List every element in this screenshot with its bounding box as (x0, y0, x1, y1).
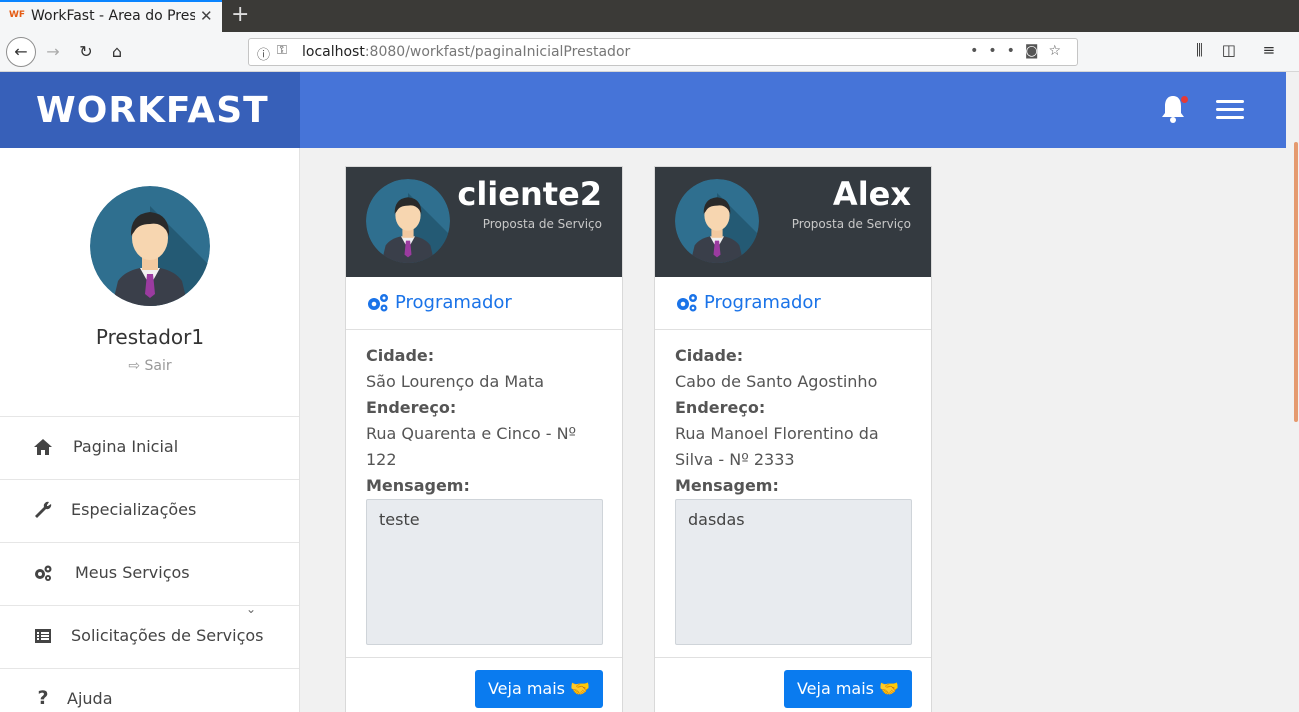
client-name: cliente2 (457, 175, 602, 213)
client-avatar (675, 179, 759, 263)
cidade-label: Cidade: (366, 346, 435, 365)
card-footer: Veja mais 🤝 (655, 657, 931, 712)
library-icon[interactable]: ⫼ (1196, 41, 1203, 59)
user-avatar-icon (675, 179, 759, 263)
list-icon (35, 629, 51, 643)
bookmark-star-icon[interactable]: ☆ (1048, 43, 1071, 59)
client-name: Alex (832, 175, 911, 213)
brand-title[interactable]: WORKFAST (36, 90, 269, 131)
url-text[interactable]: localhost:8080/workfast/paginaInicialPre… (302, 44, 630, 60)
url-path: :8080/workfast/paginaInicialPrestador (364, 44, 631, 60)
mensagem-label: Mensagem: (675, 476, 779, 495)
gears-icon (677, 294, 697, 312)
browser-tab-bar: WF WorkFast - Area do Prest ✕ + (0, 0, 1299, 32)
sidebar-item-meus-servicos[interactable]: Meus Serviços (0, 542, 299, 605)
endereco-value: Rua Manoel Florentino da Silva - Nº 2333 (675, 424, 879, 469)
question-icon: ? (37, 687, 49, 709)
gears-icon (35, 565, 52, 581)
logout-link[interactable]: ⇨ Sair (0, 358, 300, 374)
endereco-label: Endereço: (675, 398, 766, 417)
gears-icon (368, 294, 388, 312)
favicon-icon: WF (9, 10, 26, 20)
home-icon (34, 439, 52, 455)
veja-mais-button[interactable]: Veja mais 🤝 (784, 670, 912, 708)
card-subtitle: Proposta de Serviço (791, 217, 911, 231)
card-header: Alex Proposta de Serviço (655, 167, 931, 277)
card-details: Cidade: São Lourenço da Mata Endereço: R… (366, 343, 606, 499)
profile-avatar (90, 186, 210, 306)
close-tab-icon[interactable]: ✕ (200, 7, 213, 25)
hamburger-menu-icon[interactable] (1216, 100, 1244, 120)
sidebar-item-label: Meus Serviços (75, 563, 190, 582)
notification-dot (1181, 96, 1188, 103)
handshake-icon: 🤝 (879, 679, 900, 698)
sign-out-icon: ⇨ (128, 358, 145, 374)
sidebar-menu: Pagina Inicial Especializações Meus Serv… (0, 416, 299, 712)
role-label[interactable]: Programador (395, 292, 512, 313)
profile-name: Prestador1 (95, 325, 205, 349)
card-header: cliente2 Proposta de Serviço (346, 167, 622, 277)
sidebar-toggle-icon[interactable]: ◫ (1222, 41, 1236, 59)
sidebar-item-label: Ajuda (67, 689, 113, 708)
info-icon[interactable]: ⓘ (257, 44, 270, 63)
sidebar-item-label: Solicitações de Serviços (71, 626, 264, 645)
sidebar-item-solicitacoes[interactable]: ⌄ Solicitações de Serviços (0, 602, 299, 668)
key-icon: ⚿ (277, 43, 287, 58)
url-host: localhost (302, 44, 365, 60)
cidade-value: Cabo de Santo Agostinho (675, 372, 878, 391)
sidebar-item-especializacoes[interactable]: Especializações (0, 479, 299, 542)
user-avatar-icon (90, 186, 210, 306)
new-tab-icon[interactable]: + (231, 2, 249, 27)
browser-navbar: ← → ↻ ⌂ ⓘ ⚿ localhost:8080/workfast/pagi… (0, 32, 1299, 72)
sidebar-item-pagina-inicial[interactable]: Pagina Inicial (0, 416, 299, 479)
reload-icon[interactable]: ↻ (72, 38, 100, 66)
wrench-icon (35, 501, 52, 518)
mensagem-label: Mensagem: (366, 476, 470, 495)
top-navbar (300, 72, 1286, 148)
back-arrow-icon[interactable]: ← (6, 37, 36, 67)
user-avatar-icon (366, 179, 450, 263)
forward-arrow-icon[interactable]: → (39, 38, 67, 66)
cidade-label: Cidade: (675, 346, 744, 365)
handshake-icon: 🤝 (570, 679, 591, 698)
proposal-card: cliente2 Proposta de Serviço Programador… (345, 166, 623, 712)
pocket-icon[interactable]: ◙ (1025, 43, 1049, 59)
sidebar-item-label: Pagina Inicial (73, 437, 179, 456)
chevron-down-icon[interactable]: ⌄ (246, 602, 256, 616)
message-textarea[interactable]: dasdas (675, 499, 912, 645)
home-button-icon[interactable]: ⌂ (103, 38, 131, 66)
browser-tab[interactable]: WF WorkFast - Area do Prest ✕ (0, 0, 222, 32)
button-label: Veja mais (796, 679, 875, 698)
card-subtitle: Proposta de Serviço (482, 217, 602, 231)
card-footer: Veja mais 🤝 (346, 657, 622, 712)
veja-mais-button[interactable]: Veja mais 🤝 (475, 670, 603, 708)
logout-label: Sair (144, 358, 172, 374)
client-avatar (366, 179, 450, 263)
card-role: Programador (346, 277, 622, 330)
scrollbar-thumb[interactable] (1294, 142, 1298, 422)
cidade-value: São Lourenço da Mata (366, 372, 545, 391)
sidebar: Prestador1 ⇨ Sair Pagina Inicial Especia… (0, 148, 300, 712)
message-textarea[interactable]: teste (366, 499, 603, 645)
sidebar-item-ajuda[interactable]: ? Ajuda (0, 668, 299, 712)
page-actions-icon[interactable]: ••• (970, 43, 1025, 59)
sidebar-item-label: Especializações (71, 500, 197, 519)
proposal-card: Alex Proposta de Serviço Programador Cid… (654, 166, 932, 712)
tab-title: WorkFast - Area do Prest (31, 8, 195, 24)
menu-icon[interactable]: ≡ (1263, 41, 1276, 59)
endereco-label: Endereço: (366, 398, 457, 417)
card-role: Programador (655, 277, 931, 330)
url-bar[interactable]: ⓘ ⚿ localhost:8080/workfast/paginaInicia… (248, 38, 1078, 66)
button-label: Veja mais (487, 679, 566, 698)
card-details: Cidade: Cabo de Santo Agostinho Endereço… (675, 343, 915, 499)
brand-bar: WORKFAST (0, 72, 300, 148)
role-label[interactable]: Programador (704, 292, 821, 313)
endereco-value: Rua Quarenta e Cinco - Nº 122 (366, 424, 577, 469)
